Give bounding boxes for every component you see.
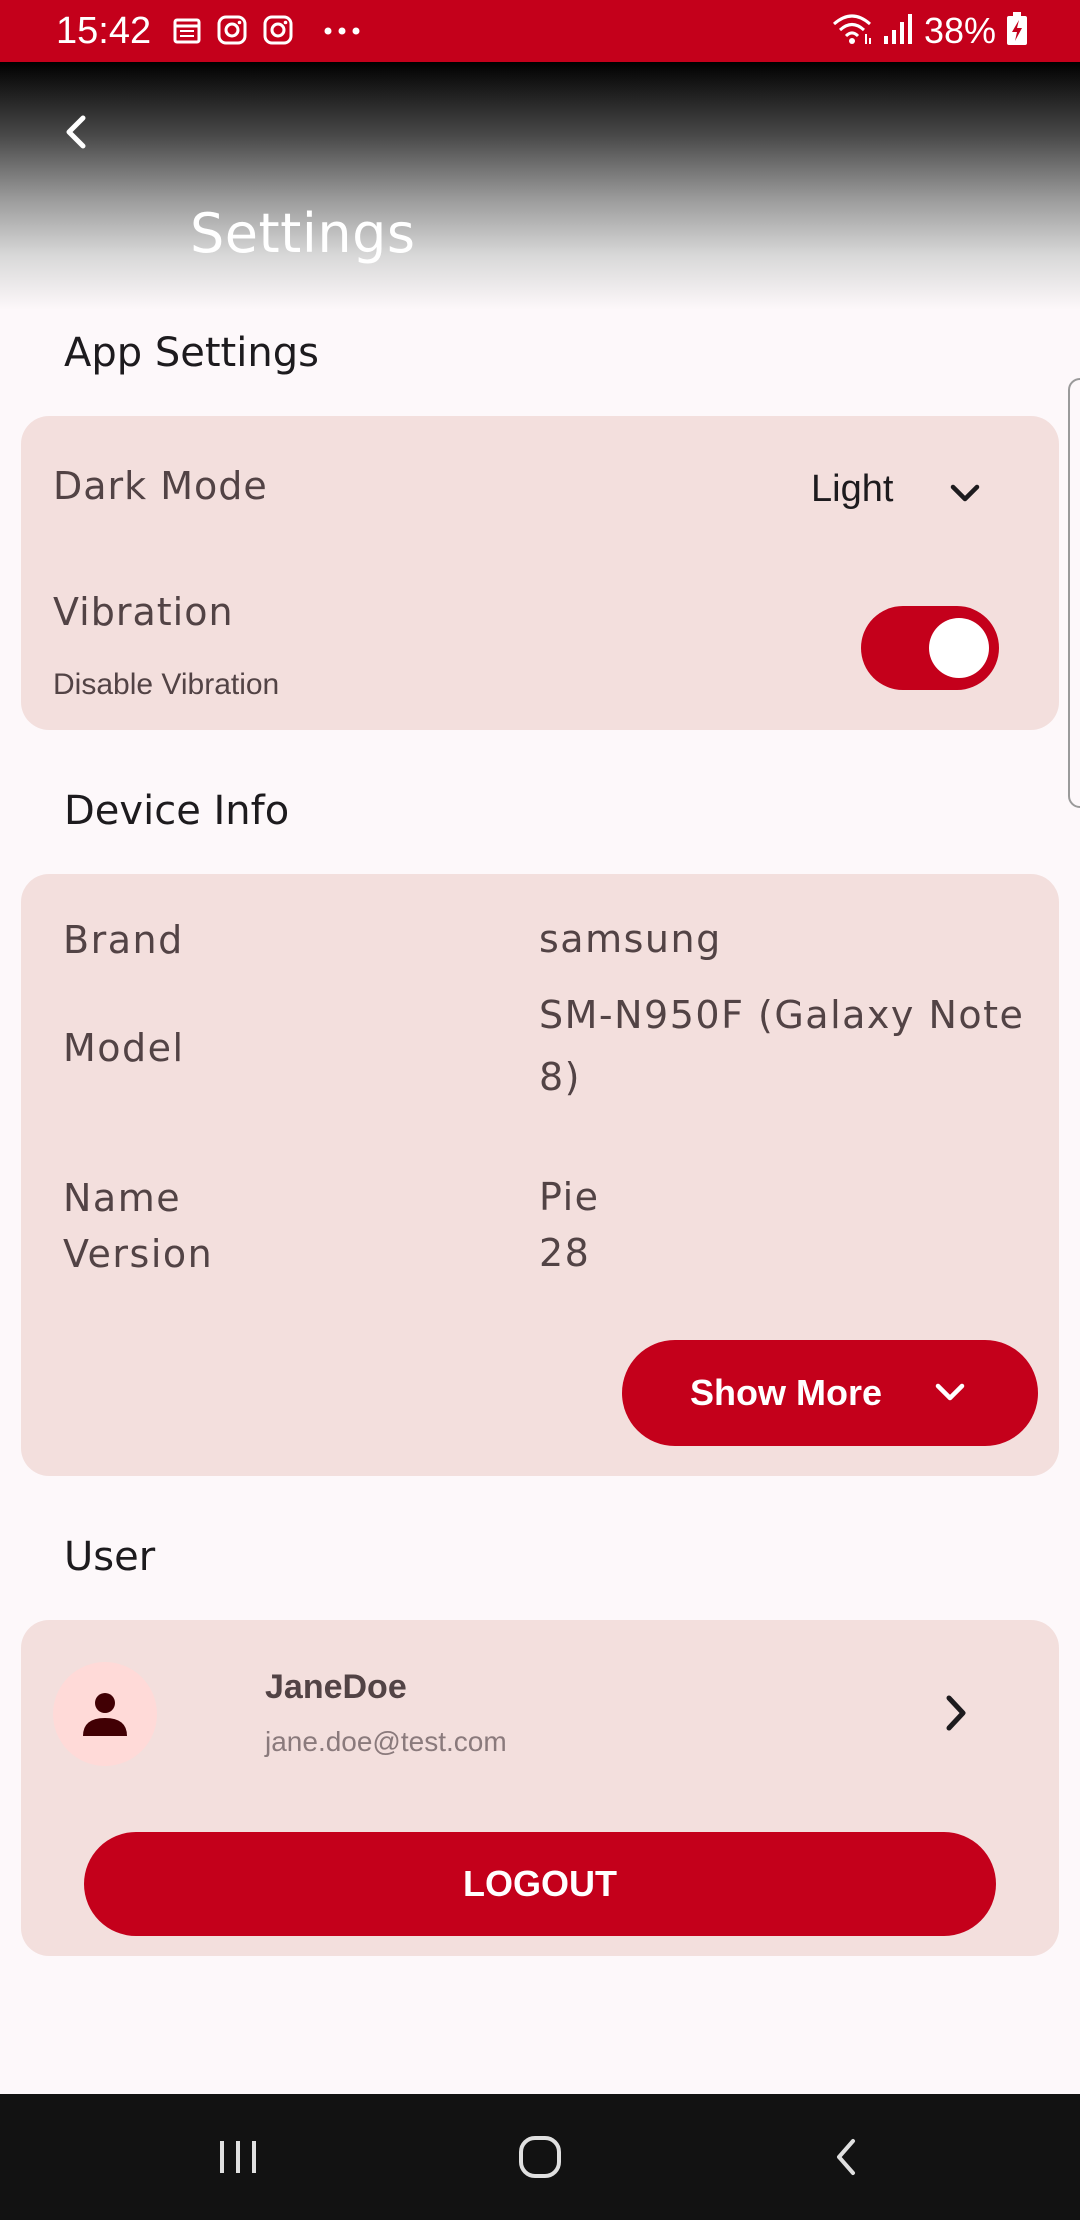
chevron-down-icon (950, 484, 980, 502)
dark-mode-value: Light (811, 468, 894, 510)
home-icon (519, 2136, 561, 2178)
back-nav-button[interactable] (808, 2122, 884, 2192)
app-settings-card: Dark Mode Light Vibration Disable Vibrat… (21, 416, 1059, 730)
system-navigation-bar (0, 2094, 1080, 2220)
logout-label: LOGOUT (463, 1863, 617, 1904)
back-button[interactable] (48, 104, 104, 160)
show-more-button[interactable]: Show More (622, 1340, 1038, 1446)
back-icon (837, 2139, 855, 2175)
user-email: jane.doe@test.com (265, 1726, 507, 1757)
vibration-toggle[interactable] (861, 606, 999, 690)
status-system-icons: 38% (832, 8, 1028, 54)
brand-value: samsung (539, 917, 722, 961)
chevron-down-icon (935, 1383, 965, 1401)
vibration-sublabel: Disable Vibration (53, 668, 280, 701)
battery-percent: 38% (923, 10, 996, 51)
model-label: Model (63, 1026, 185, 1070)
status-time: 15:42 (56, 10, 152, 52)
chevron-right-icon (946, 1695, 966, 1731)
show-more-label: Show More (689, 1372, 882, 1413)
instagram-icon (216, 14, 248, 51)
page-title: Settings (190, 202, 416, 265)
avatar (53, 1662, 157, 1766)
more-dots-icon (322, 24, 362, 42)
section-title-device-info: Device Info (64, 788, 290, 834)
name-value: Pie (539, 1175, 600, 1219)
user-card: JaneDoe jane.doe@test.com LOGOUT (21, 1620, 1059, 1956)
recents-button[interactable] (200, 2122, 276, 2192)
calendar-icon (172, 15, 202, 50)
instagram-icon (262, 14, 294, 51)
toggle-knob (929, 618, 989, 678)
status-notification-icons (172, 14, 362, 51)
dark-mode-dropdown[interactable]: Light (791, 446, 1011, 536)
model-value: SM-N950F (Galaxy Note 8) (539, 993, 1025, 1099)
status-bar: 15:42 38% (0, 0, 1080, 62)
battery-charging-icon (1006, 11, 1028, 51)
person-icon (83, 1693, 127, 1736)
settings-screen: 15:42 38% Settings App Settings Dark Mod… (0, 0, 1080, 2220)
logout-button[interactable]: LOGOUT (84, 1832, 996, 1936)
name-label: Name (63, 1176, 182, 1220)
signal-icon (882, 12, 914, 51)
user-name: JaneDoe (265, 1668, 407, 1706)
dark-mode-label: Dark Mode (53, 464, 268, 508)
section-title-user: User (64, 1534, 156, 1580)
brand-label: Brand (63, 918, 184, 962)
section-title-app-settings: App Settings (64, 330, 319, 376)
app-header: Settings (0, 62, 1080, 310)
version-label: Version (63, 1232, 214, 1276)
user-profile-row[interactable]: JaneDoe jane.doe@test.com (21, 1620, 1059, 1800)
vibration-label: Vibration (53, 590, 234, 634)
wifi-icon (832, 12, 872, 51)
home-button[interactable] (502, 2122, 578, 2192)
chevron-left-icon (66, 115, 86, 149)
version-value: 28 (539, 1231, 591, 1275)
recents-icon (220, 2141, 256, 2173)
scroll-indicator[interactable] (1068, 378, 1080, 808)
device-info-card: Brand samsung Model SM-N950F (Galaxy Not… (21, 874, 1059, 1476)
